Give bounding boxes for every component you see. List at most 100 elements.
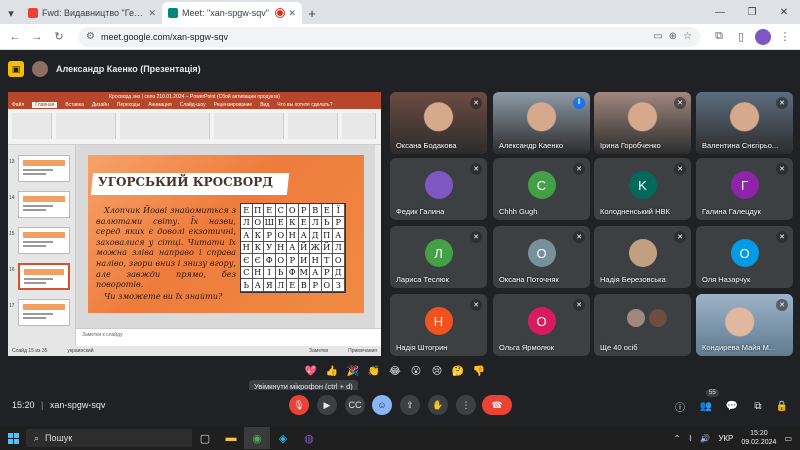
notifications-icon[interactable]: ▭ [784,434,792,443]
forward-icon[interactable]: → [28,28,46,46]
activities-icon[interactable]: ⧉ [750,398,766,414]
viber-icon[interactable]: ◍ [296,427,322,449]
reaction-laugh[interactable]: 😂 [387,363,403,379]
side-panel-icon[interactable]: ▯ [732,28,750,46]
start-button[interactable] [0,426,26,450]
menu-icon[interactable]: ⋮ [776,28,794,46]
tray-chevron-icon[interactable]: ⌃ [674,434,681,443]
scrollbar[interactable] [375,145,381,328]
task-view-icon[interactable]: ▢ [192,427,218,449]
participant-tile[interactable]: ⦀ Александр Каенко [493,92,590,154]
avatar [628,239,657,267]
maximize-icon[interactable]: ❐ [736,0,768,24]
ppt-tab: Вставка [65,102,84,108]
site-info-icon[interactable]: ⚙ [86,31,95,42]
reaction-clap[interactable]: 👏 [366,363,382,379]
camera-button[interactable]: ▶ [317,395,337,415]
participant-tile[interactable]: ✕ Валентина Снєгірьо... [696,92,793,154]
clock[interactable]: 15:20 09.02.2024 [741,429,776,447]
crossword-cell: Д [333,266,345,279]
reaction-thumbs-down[interactable]: 👎 [471,363,487,379]
chrome-icon[interactable]: ◉ [244,427,270,449]
file-explorer-icon[interactable]: ▬ [218,427,244,449]
ppt-tab: Слайд-шоу [179,102,206,108]
captions-button[interactable]: CC [345,395,365,415]
leave-call-button[interactable]: ☎ [482,395,512,415]
crossword-cell: Н [275,241,287,254]
close-tab-icon[interactable]: ✕ [148,8,156,19]
new-tab-button[interactable]: + [302,2,322,24]
more-options-button[interactable]: ⋮ [456,395,476,415]
participant-tile[interactable]: O ✕ Ольга Ярмолюк [493,294,590,356]
minimize-icon[interactable]: — [704,0,736,24]
slide-thumbnails: 13 14 15 16 17 [8,145,76,346]
participant-tile[interactable]: ✕ Оксана Бодакова [390,92,487,154]
participant-tile[interactable]: ✕ Ірина Горобченко [594,92,691,154]
crossword-cell: О [321,279,333,292]
profile-avatar[interactable] [754,28,772,46]
reaction-party[interactable]: 🎉 [345,363,361,379]
reactions-button[interactable]: ☺ [372,395,392,415]
browser-tab-meet[interactable]: Meet: "xan-spgw-sqv" ✕ [162,2,302,24]
info-icon[interactable]: ⓘ [672,398,688,414]
reaction-surprised[interactable]: 😮 [408,363,424,379]
network-icon[interactable]: ⌇ [688,434,692,443]
crossword-cell: Й [298,241,310,254]
mic-muted-icon: ✕ [776,163,788,175]
status-notes: Заметки [309,348,329,354]
reaction-thinking[interactable]: 🤔 [450,363,466,379]
host-controls-icon[interactable]: 🔒 [774,398,790,414]
camera-icon[interactable]: ▭ [653,31,662,42]
participant-name: Chhh Gugh [499,207,538,216]
reaction-sad[interactable]: 😢 [429,363,445,379]
participant-tile[interactable]: Ще 40 осіб [594,294,691,356]
tab-search-icon[interactable]: ▾ [0,2,22,24]
avatar [755,28,771,45]
separator: | [41,400,44,410]
present-button[interactable]: ⇪ [400,395,420,415]
zoom-icon[interactable]: ⊕ [669,31,677,42]
participant-tile[interactable]: ✕ Кондирева Майя М... [696,294,793,356]
raise-hand-button[interactable]: ✋ [428,395,448,415]
mic-muted-icon: ✕ [470,231,482,243]
bookmark-star-icon[interactable]: ☆ [683,31,692,42]
extensions-icon[interactable]: ⧉ [710,28,728,46]
people-icon[interactable]: 👥 [698,398,714,414]
close-tab-icon[interactable]: ✕ [288,8,296,19]
back-icon[interactable]: ← [6,28,24,46]
ppt-ribbon-tabs: Файл Главная Вставка Дизайн Переходы Ани… [8,101,381,109]
participant-tile[interactable]: C ✕ Chhh Gugh [493,158,590,220]
gmail-icon [28,8,38,18]
mic-muted-icon: ✕ [674,97,686,109]
participant-tile[interactable]: K ✕ Колодненський НВК [594,158,691,220]
reload-icon[interactable]: ↻ [50,28,68,46]
participant-tile[interactable]: O ✕ Оксана Поточняк [493,226,590,288]
participant-tile[interactable]: ✕ Федик Галина [390,158,487,220]
crossword-cell: А [298,229,310,242]
ribbon-group [56,113,116,139]
volume-icon[interactable]: 🔊 [700,434,710,443]
language-indicator[interactable]: УКР [718,434,733,443]
avatar [646,307,669,329]
taskbar-search[interactable]: ⌕ Пошук [26,429,192,447]
participant-tile[interactable]: O ✕ Оля Назарчук [696,226,793,288]
crossword-cell: Е [287,279,299,292]
thumb-number: 17 [9,303,15,309]
window-controls: — ❐ ✕ [704,0,800,24]
participant-tile[interactable]: Г ✕ Галина Галецдук [696,158,793,220]
participant-name: Ще 40 осіб [600,343,638,352]
participant-tile[interactable]: Н ✕ Надія Штогрин [390,294,487,356]
browser-tab-mail[interactable]: Fwd: Видавництво "Генеза" З... ✕ [22,2,162,24]
chat-icon[interactable]: 💬 [724,398,740,414]
participant-tile[interactable]: Л ✕ Лариса Теслюк [390,226,487,288]
reaction-thumbs-up[interactable]: 👍 [324,363,340,379]
crossword-cell: Е [298,216,310,229]
close-window-icon[interactable]: ✕ [768,0,800,24]
crossword-cell: Є [241,254,253,267]
mic-off-button[interactable]: 🎙 [289,395,309,415]
reaction-heart[interactable]: 💖 [303,363,319,379]
participant-tile[interactable]: ✕ Надія Березовська [594,226,691,288]
address-bar[interactable]: ⚙ meet.google.com/xan-spgw-sqv ▭ ⊕ ☆ [78,26,700,47]
ppt-tab: Вид [260,102,270,108]
edge-icon[interactable]: ◈ [270,427,296,449]
